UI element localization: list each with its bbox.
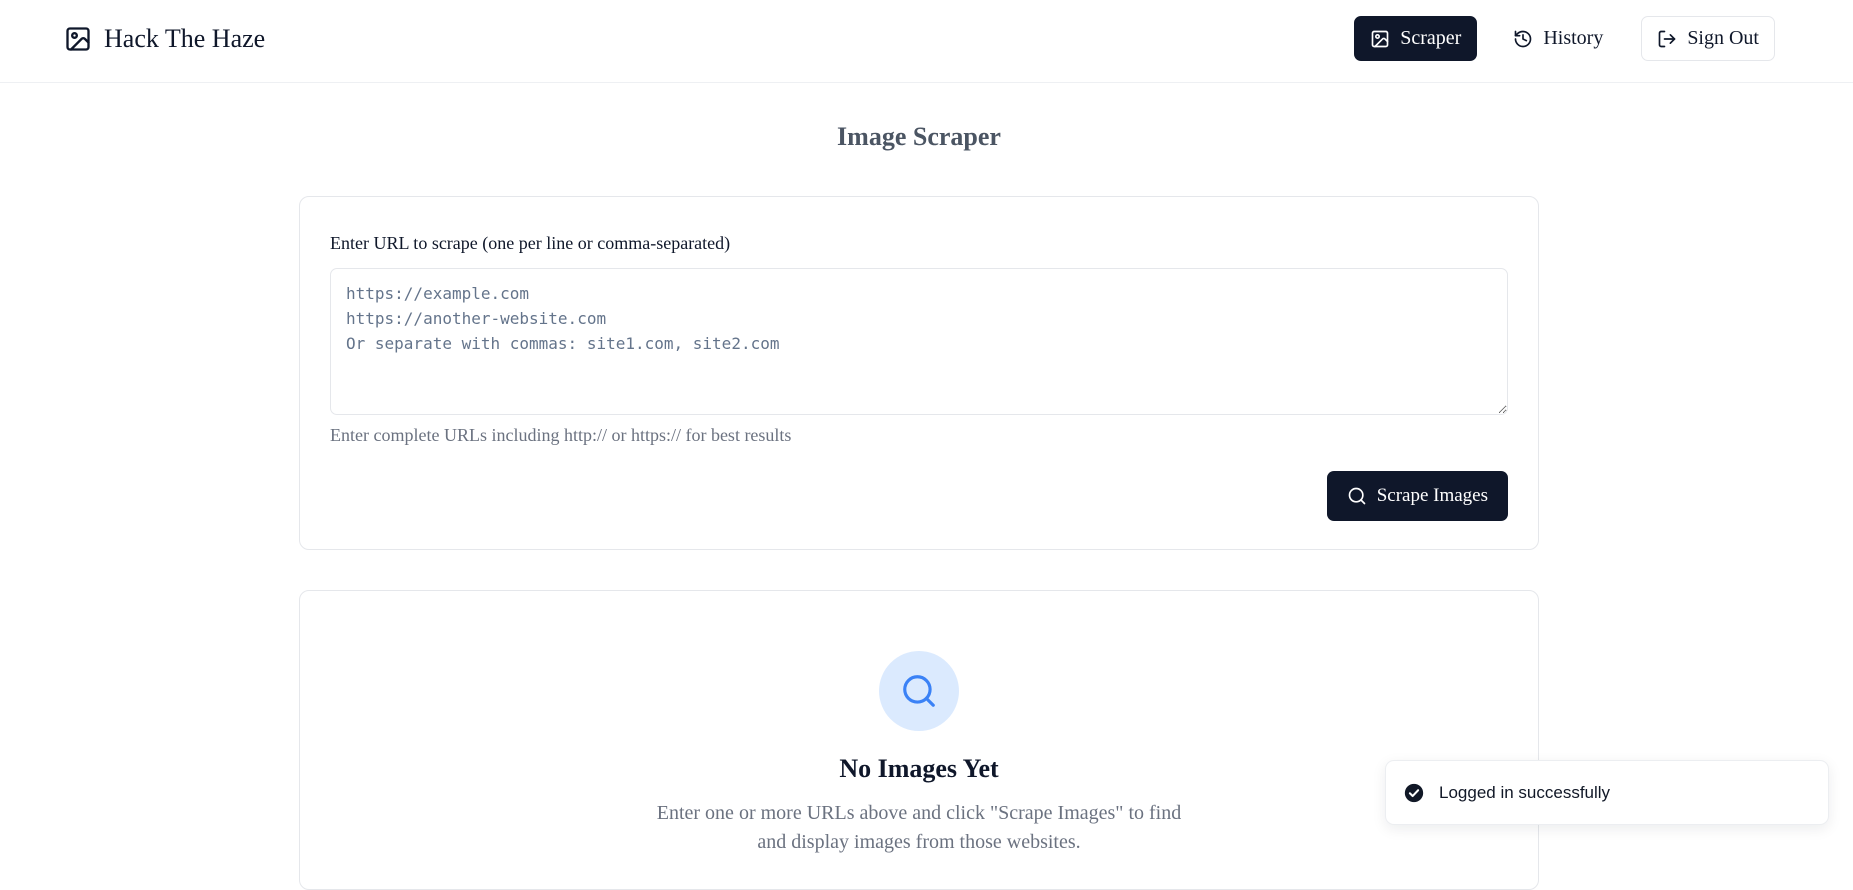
toast-message: Logged in successfully xyxy=(1439,782,1611,802)
main-nav: Scraper History Sign Out xyxy=(1354,16,1775,61)
nav-history-label: History xyxy=(1543,27,1604,49)
sign-out-icon xyxy=(1657,29,1677,49)
url-form-card: Enter URL to scrape (one per line or com… xyxy=(299,196,1539,550)
nav-scraper-button[interactable]: Scraper xyxy=(1354,16,1478,61)
toast-notification: Logged in successfully xyxy=(1385,760,1829,825)
empty-state-card: No Images Yet Enter one or more URLs abo… xyxy=(299,590,1539,890)
url-helper-text: Enter complete URLs including http:// or… xyxy=(330,425,792,445)
scrape-images-button[interactable]: Scrape Images xyxy=(1326,471,1508,521)
nav-history-button[interactable]: History xyxy=(1497,16,1620,61)
empty-state-icon-badge xyxy=(879,651,959,731)
url-textarea[interactable] xyxy=(330,268,1508,415)
brand-name: Hack The Haze xyxy=(104,24,266,53)
search-icon xyxy=(1347,486,1367,506)
image-icon xyxy=(1370,29,1390,49)
top-nav-bar: Hack The Haze Scraper History Sign Out xyxy=(0,0,1853,83)
search-icon xyxy=(900,672,938,710)
sign-out-label: Sign Out xyxy=(1687,27,1759,49)
history-icon xyxy=(1513,29,1533,49)
page-title: Image Scraper xyxy=(837,122,1001,151)
empty-state-title: No Images Yet xyxy=(839,754,999,783)
brand[interactable]: Hack The Haze xyxy=(64,22,265,56)
sign-out-button[interactable]: Sign Out xyxy=(1641,16,1775,61)
url-field-label: Enter URL to scrape (one per line or com… xyxy=(330,233,731,253)
nav-scraper-label: Scraper xyxy=(1400,27,1462,49)
image-icon xyxy=(64,25,92,53)
scrape-images-label: Scrape Images xyxy=(1376,485,1488,506)
empty-state-description: Enter one or more URLs above and click "… xyxy=(656,802,1182,853)
check-circle-icon xyxy=(1403,782,1425,804)
